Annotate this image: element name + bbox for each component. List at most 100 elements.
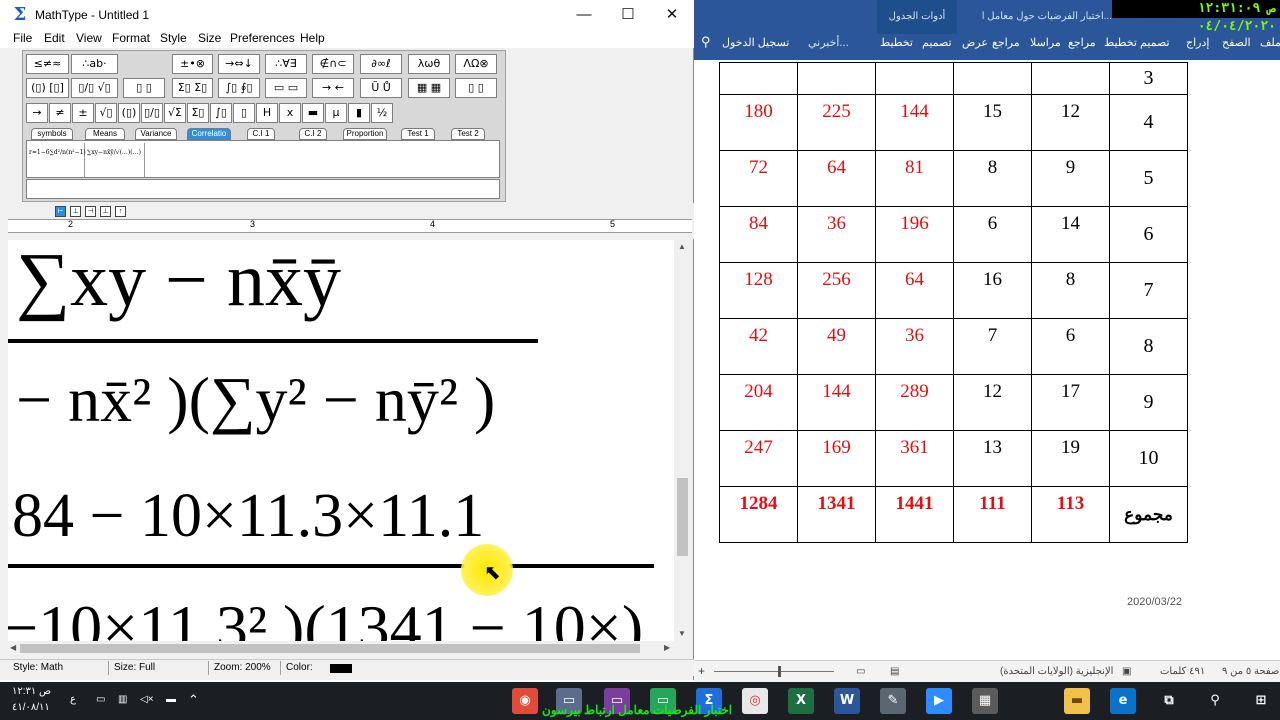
row-index-cell[interactable]: 4 [1109,94,1188,151]
row-index-cell[interactable]: 10 [1109,430,1188,487]
paint-icon[interactable]: ✎ [880,688,906,714]
tray-pearson-formula[interactable]: ∑xy−nx̄ȳ/√(…)(…) [85,143,145,177]
parentheses-button[interactable]: (▯) [118,103,140,123]
table-cell[interactable] [719,62,798,95]
proofing-icon[interactable]: ▣ [1122,666,1131,677]
table-cell[interactable]: 17 [1031,374,1110,431]
table-cell[interactable]: 9 [1031,150,1110,207]
show-hidden-icons-icon[interactable]: ⌃ [188,692,199,708]
table-cell[interactable]: 204 [719,374,798,431]
not-equal-button[interactable]: ≠ [49,103,71,123]
table-cell[interactable]: 72 [719,150,798,207]
edge-icon[interactable]: e [1110,688,1136,714]
table-cell[interactable]: 8 [953,150,1032,207]
tab-correlation[interactable]: Correlatio [187,128,231,140]
tell-me-box[interactable]: أخبرني... [808,36,849,49]
table-cell[interactable]: 128 [719,262,798,319]
table-cell[interactable]: 16 [953,262,1032,319]
overbar-button[interactable]: ▬ [302,103,324,123]
scroll-left-icon[interactable]: ◀ [10,643,16,652]
table-cell[interactable]: 64 [875,262,954,319]
table-cell[interactable]: 42 [719,318,798,375]
task-view-icon[interactable]: ⧉ [1156,688,1182,714]
tab-file[interactable]: ملف [1260,36,1280,49]
chrome-icon[interactable]: ◎ [742,688,768,714]
sqrt-button[interactable]: √▯ [95,103,117,123]
row-index-cell[interactable]: 3 [1109,62,1188,95]
user-icon[interactable]: ⚲ [701,34,711,50]
language-indicator-taskbar[interactable]: ع [70,694,76,705]
h-button[interactable]: H [256,103,278,123]
subscript-button[interactable]: x [279,103,301,123]
table-cell[interactable]: 19 [1031,430,1110,487]
arrow-symbol-button[interactable]: → [26,103,48,123]
misc-palette-button[interactable]: ∂∞ℓ [360,54,402,74]
minimize-button[interactable]: — [562,0,606,30]
table-cell[interactable]: 7 [953,318,1032,375]
tab-layout[interactable]: تخطيط [1104,36,1137,49]
table-cell[interactable]: 361 [875,430,954,487]
zoom-slider[interactable] [714,666,834,677]
tab-symbols[interactable]: symbols [31,128,73,140]
tab-mailings[interactable]: مراسلا [1030,36,1061,49]
word-count[interactable]: ٤٩١ كلمات [1160,666,1205,677]
horizontal-scroll-thumb[interactable] [20,644,640,653]
labeled-arrows-palette-button[interactable]: → ← [312,78,354,98]
menu-size[interactable]: Size [198,31,221,45]
greek-upper-palette-button[interactable]: ΛΩ⊗ [455,54,497,74]
sign-in-link[interactable]: تسجيل الدخول [722,36,789,49]
vertical-scroll-thumb[interactable] [677,478,688,556]
menu-file[interactable]: File [13,31,32,45]
table-cell[interactable]: 13 [953,430,1032,487]
word-document[interactable]: 3 180 225 144 15 12 4 72 64 81 8 9 5 84 36 196 6 14 6 128 25… [694,60,1280,660]
table-cell[interactable]: 225 [797,94,876,151]
menu-help[interactable]: Help [300,31,325,45]
table-cell[interactable]: 8 [1031,262,1110,319]
table-cell[interactable]: 36 [875,318,954,375]
half-button[interactable]: ½ [371,103,393,123]
tab-layout-table[interactable]: تخطيط [880,36,913,49]
greek-lower-palette-button[interactable]: λωθ [408,54,450,74]
fractions-palette-button[interactable]: ▯/▯ √▯ [71,78,118,98]
sqrt-sum-button[interactable]: √Σ [164,103,186,123]
table-cell[interactable]: 49 [797,318,876,375]
row-index-cell[interactable]: 5 [1109,150,1188,207]
battery-icon[interactable]: ▬ [166,694,176,705]
menu-preferences[interactable]: Preferences [230,31,295,45]
tab-variance[interactable]: Variance [135,128,177,140]
row-index-cell[interactable]: 7 [1109,262,1188,319]
excel-icon[interactable]: X [788,688,814,714]
fences-palette-button[interactable]: (▯) [▯] [26,78,69,98]
table-cell[interactable]: 64 [797,150,876,207]
relations-palette-button[interactable]: ≤≠≈ [26,54,69,74]
table-cell[interactable]: 12 [953,374,1032,431]
table-cell[interactable]: 1284 [719,486,798,543]
file-explorer-icon[interactable]: ▬ [1064,688,1090,714]
scroll-up-icon[interactable]: ▲ [678,242,686,251]
table-cell[interactable] [797,62,876,95]
menu-edit[interactable]: Edit [44,31,65,45]
table-cell[interactable]: 81 [875,150,954,207]
decimal-tab-stop-icon[interactable]: ⊥ [100,206,111,217]
matrices-palette-button[interactable]: ▦ ▦ [408,78,450,98]
vertical-scrollbar[interactable]: ▲ ▼ [674,240,691,641]
bars-palette-button[interactable]: ▭ ▭ [265,78,307,98]
mu-button[interactable]: μ [325,103,347,123]
taskbar-date[interactable]: ٤١/٠٨/١١ [12,702,50,713]
tab-design[interactable]: تصميم [1140,36,1170,49]
volume-icon[interactable]: ◁× [140,694,154,705]
menu-view[interactable]: View [76,31,102,45]
tab-means[interactable]: Means [85,128,125,140]
spaces-palette-button[interactable]: ∴ab· [71,54,118,74]
table-cell[interactable]: 15 [953,94,1032,151]
scroll-down-icon[interactable]: ▼ [678,629,686,638]
table-cell[interactable]: 1341 [797,486,876,543]
table-cell[interactable]: 169 [797,430,876,487]
integrals-palette-button[interactable]: ∫▯ ∮▯ [218,78,260,98]
table-cell[interactable] [1031,62,1110,95]
tab-home[interactable]: الصفح [1222,36,1251,49]
menu-format[interactable]: Format [112,31,150,45]
print-layout-icon[interactable]: ▤ [890,666,899,677]
table-cell[interactable]: 6 [953,206,1032,263]
products-palette-button[interactable]: Ũ Ů [360,78,402,98]
